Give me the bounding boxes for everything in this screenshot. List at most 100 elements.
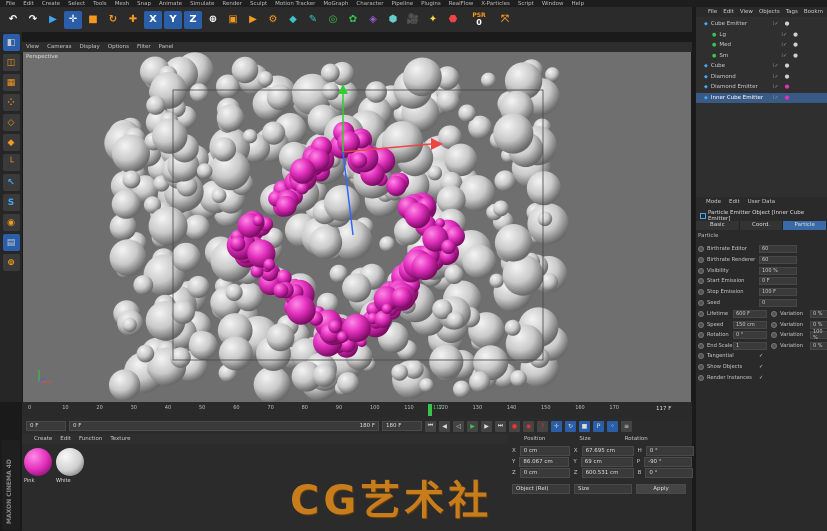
variation-field[interactable]: 0 % — [810, 342, 827, 351]
timeline-menu-icon[interactable]: ≡ — [621, 420, 632, 432]
rot-p-field[interactable]: -90 ° — [644, 457, 693, 467]
redo-icon[interactable]: ↷ — [24, 11, 42, 29]
points-mode-icon[interactable]: ⁘ — [2, 94, 20, 111]
animate-dot-icon[interactable] — [698, 363, 704, 370]
rotation-key-icon[interactable]: ↻ — [565, 420, 576, 432]
animate-dot-icon[interactable] — [698, 332, 704, 339]
checkbox-icon[interactable]: ✓ — [759, 364, 763, 370]
animate-dot-icon[interactable] — [771, 321, 777, 328]
play-backwards-icon[interactable]: ◁ — [453, 420, 464, 432]
scale-key-icon[interactable]: ■ — [579, 420, 590, 432]
visibility-icon[interactable]: ⁞✓ — [781, 53, 787, 59]
keyframe-selection-icon[interactable]: ? — [537, 420, 548, 432]
end-frame-field[interactable]: 180 F — [382, 421, 422, 431]
attr-value-field[interactable]: 100 % — [759, 266, 797, 275]
pos-y-field[interactable]: 86.067 cm — [519, 457, 570, 467]
menu-snap[interactable]: Snap — [137, 1, 151, 7]
record-icon[interactable]: ● — [509, 420, 520, 432]
menu-tools[interactable]: Tools — [93, 1, 107, 7]
go-to-end-icon[interactable]: ⏭ — [495, 420, 506, 432]
attribute-menu-edit[interactable]: Edit — [729, 199, 740, 205]
attribute-menu-user-data[interactable]: User Data — [748, 199, 775, 205]
object-menu-objects[interactable]: Objects — [759, 9, 780, 15]
light-icon[interactable]: ✦ — [424, 11, 442, 29]
pos-x-field[interactable]: 0 cm — [519, 446, 570, 456]
previous-key-icon[interactable]: ◀ — [439, 420, 450, 432]
frame-range-slider[interactable]: 0 F 180 F — [69, 421, 379, 431]
animate-dot-icon[interactable] — [698, 321, 704, 328]
x-axis-lock-button[interactable]: X — [144, 10, 162, 29]
rotate-tool-icon[interactable]: ↻ — [104, 11, 122, 29]
material-white[interactable]: White — [56, 448, 86, 484]
pos-z-field[interactable]: 0 cm — [519, 468, 570, 478]
menu-script[interactable]: Script — [518, 1, 534, 7]
point-level-anim-icon[interactable]: ⁘ — [607, 420, 618, 432]
undo-icon[interactable]: ↶ — [4, 11, 22, 29]
material-tag-icon[interactable]: ● — [785, 84, 790, 90]
timeline-ruler[interactable]: 117 117 F 0 10 20 30 40 50 60 70 80 90 100 110 120 13… — [22, 402, 692, 418]
animate-dot-icon[interactable] — [698, 278, 704, 285]
subdivision-icon[interactable]: ◎ — [324, 11, 342, 29]
animate-dot-icon[interactable] — [698, 267, 704, 274]
menu-motion-tracker[interactable]: Motion Tracker — [275, 1, 315, 7]
visibility-icon[interactable]: ⁞✓ — [773, 21, 779, 27]
polygons-mode-icon[interactable]: ◆ — [2, 134, 20, 151]
spline-pen-icon[interactable]: ✎ — [304, 11, 322, 29]
playhead[interactable] — [428, 404, 432, 416]
animate-dot-icon[interactable] — [698, 246, 704, 252]
size-y-field[interactable]: 69 cm — [580, 457, 633, 467]
visibility-icon[interactable]: ⁞✓ — [773, 95, 779, 101]
viewport-menu-display[interactable]: Display — [80, 44, 100, 50]
checkbox-icon[interactable]: ✓ — [759, 375, 763, 381]
object-menu-edit[interactable]: Edit — [723, 9, 734, 15]
viewport-menu-view[interactable]: View — [26, 44, 39, 50]
menu-select[interactable]: Select — [68, 1, 85, 7]
render-picture-viewer-icon[interactable]: ▶ — [244, 11, 262, 29]
material-tag-icon[interactable]: ● — [793, 42, 798, 48]
menu-mesh[interactable]: Mesh — [115, 1, 129, 7]
animate-dot-icon[interactable] — [771, 343, 777, 350]
visibility-icon[interactable]: ⁞✓ — [773, 74, 779, 80]
camera-icon[interactable]: 🎥 — [404, 11, 422, 29]
apply-button[interactable]: Apply — [636, 484, 686, 494]
object-row-diamond[interactable]: ◆ Diamond ⁞✓ ● — [696, 72, 827, 82]
menu-animate[interactable]: Animate — [159, 1, 182, 7]
variation-field[interactable]: 0 % — [810, 309, 827, 318]
rot-b-field[interactable]: 0 ° — [645, 468, 694, 478]
animate-dot-icon[interactable] — [771, 310, 777, 317]
attr-value-field[interactable]: 60 — [759, 245, 797, 253]
material-menu-edit[interactable]: Edit — [60, 436, 71, 442]
visibility-icon[interactable]: ⁞✓ — [773, 84, 779, 90]
animate-dot-icon[interactable] — [698, 353, 704, 359]
animate-dot-icon[interactable] — [698, 300, 704, 306]
attr-value-field[interactable]: 150 cm — [733, 320, 767, 329]
menu-simulate[interactable]: Simulate — [190, 1, 214, 7]
render-settings-icon[interactable]: ⚙ — [264, 11, 282, 29]
tab-basic[interactable]: Basic — [696, 221, 740, 230]
menu-realflow[interactable]: RealFlow — [449, 1, 473, 7]
animate-dot-icon[interactable] — [698, 289, 704, 296]
material-tag-icon[interactable]: ● — [785, 74, 790, 80]
environment-icon[interactable]: ⬢ — [384, 11, 402, 29]
coordinate-system-icon[interactable]: ⊕ — [204, 11, 222, 29]
render-view-icon[interactable]: ▣ — [224, 11, 242, 29]
material-menu-create[interactable]: Create — [34, 436, 52, 442]
workplane-icon[interactable]: ◉ — [2, 214, 20, 231]
viewport-menu-options[interactable]: Options — [108, 44, 129, 50]
attr-value-field[interactable]: 600 F — [733, 309, 767, 318]
visibility-icon[interactable]: ⁞✓ — [781, 42, 787, 48]
attr-value-field[interactable]: 0 ° — [733, 331, 767, 340]
start-frame-field[interactable]: 0 F — [26, 421, 66, 431]
viewport-menu-panel[interactable]: Panel — [159, 44, 174, 50]
menu-help[interactable]: Help — [572, 1, 585, 7]
solo-icon[interactable]: ⊚ — [2, 254, 20, 271]
play-icon[interactable]: ▶ — [467, 420, 478, 432]
menu-window[interactable]: Window — [542, 1, 564, 7]
size-x-field[interactable]: 67.695 cm — [581, 446, 634, 456]
object-menu-file[interactable]: File — [708, 9, 717, 15]
material-tag-icon[interactable]: ● — [785, 63, 790, 69]
axis-mode-icon[interactable]: └ — [2, 154, 20, 171]
material-pink[interactable]: Pink — [24, 448, 54, 484]
menu-create[interactable]: Create — [42, 1, 60, 7]
material-tag-icon[interactable]: ● — [785, 21, 790, 27]
